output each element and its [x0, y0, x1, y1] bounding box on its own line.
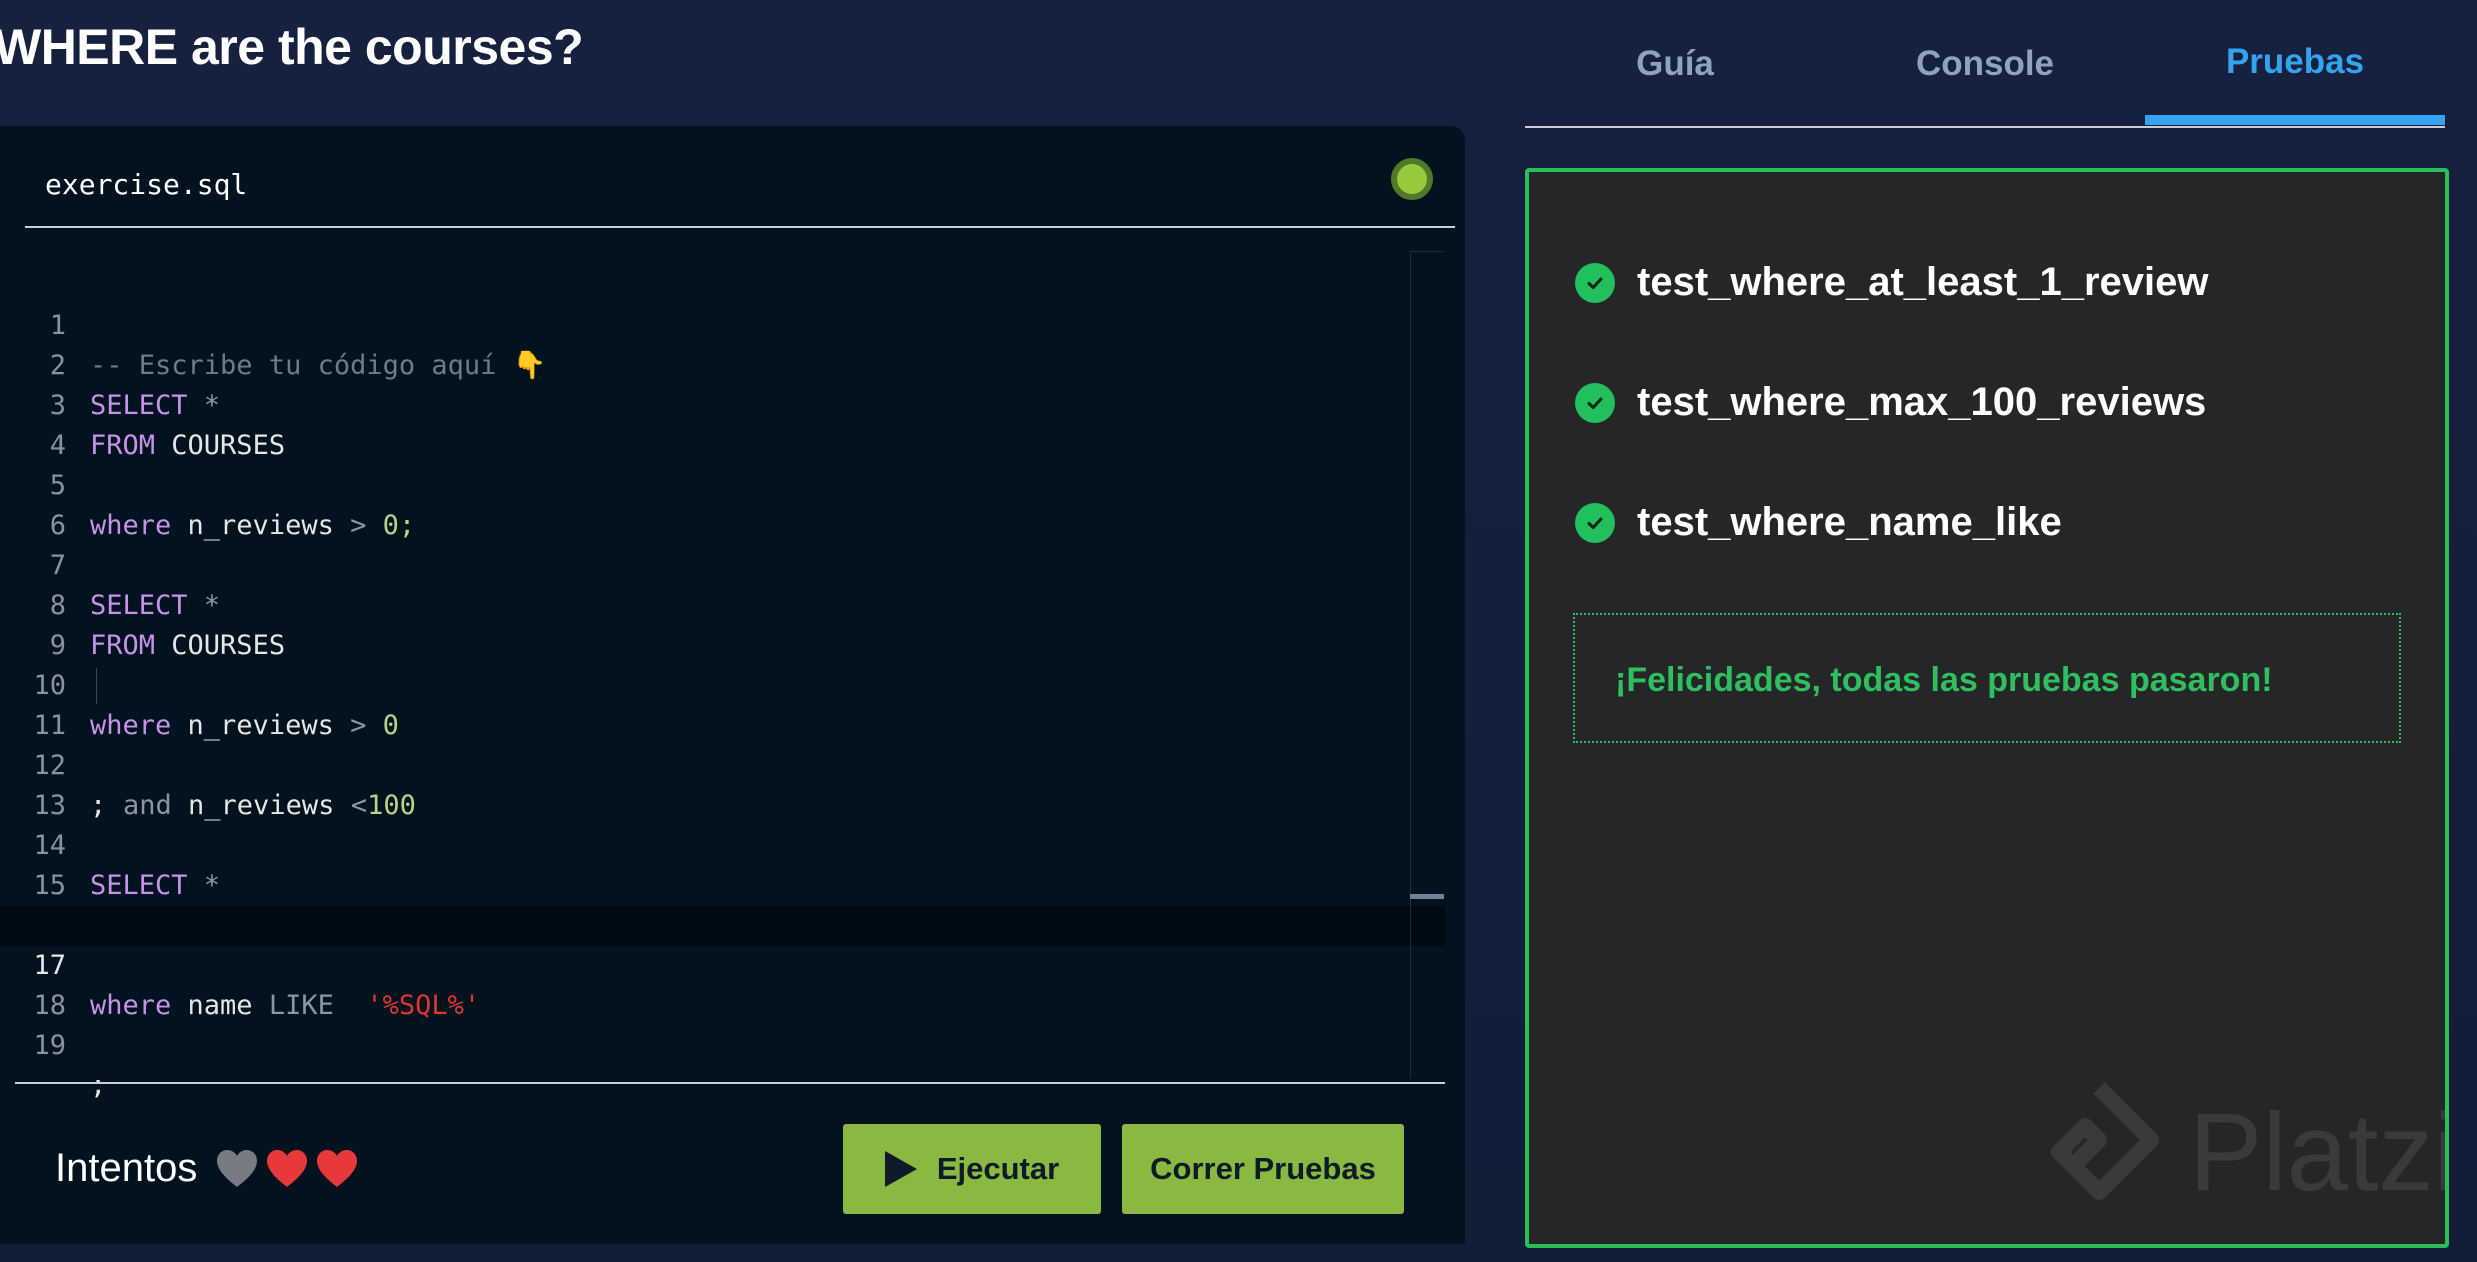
attempts-indicator: Intentos [55, 1146, 359, 1191]
code-line: 4 [0, 386, 1445, 461]
success-message-box: ¡Felicidades, todas las pruebas pasaron! [1573, 613, 2401, 743]
indent-guide [96, 668, 97, 704]
platzi-logo-icon [2051, 1082, 2159, 1200]
code-line: 7 SELECT * [0, 506, 1445, 621]
file-name: exercise.sql [45, 168, 248, 201]
page-title: WHERE are the courses? [0, 19, 584, 75]
code-line: 12 ; [0, 706, 1445, 821]
run-tests-button[interactable]: Correr Pruebas [1122, 1124, 1404, 1214]
code-line: 1 -- Escribe tu código aquí 👇 [0, 266, 1445, 381]
code-line: 3 FROM COURSES [0, 346, 1445, 461]
punctuation: ; [90, 1070, 107, 1101]
check-circle-icon [1575, 262, 1615, 303]
file-header: exercise.sql [25, 126, 1455, 228]
active-tab-indicator [2145, 115, 2445, 125]
watermark-text: Platzi [2189, 1090, 2449, 1214]
check-circle-icon [1575, 382, 1615, 423]
code-line: 16 [0, 866, 1445, 941]
code-line: 2 SELECT * [0, 306, 1445, 421]
code-area[interactable]: 1 -- Escribe tu código aquí 👇 2 SELECT *… [0, 256, 1445, 1211]
test-name: test_where_max_100_reviews [1637, 380, 2207, 424]
code-line: 9 [0, 586, 1445, 661]
tab-bar: Guía Console Pruebas [1525, 0, 2445, 128]
line-number: 19 [33, 1030, 66, 1061]
hearts [215, 1149, 359, 1189]
status-indicator-icon [1391, 158, 1433, 200]
tab-console[interactable]: Console [1835, 44, 2135, 84]
scrollbar-thumb[interactable] [1410, 894, 1444, 899]
success-message: ¡Felicidades, todas las pruebas pasaron! [1615, 661, 2273, 699]
tests-panel: test_where_at_least_1_review test_where_… [1525, 168, 2449, 1248]
code-line: 19 ; [0, 986, 1445, 1101]
grey-heart-icon [217, 1149, 258, 1187]
test-item: test_where_at_least_1_review [1575, 260, 2208, 305]
tab-guide[interactable]: Guía [1525, 44, 1825, 84]
red-heart-icon [317, 1149, 358, 1187]
test-item: test_where_max_100_reviews [1575, 380, 2206, 425]
run-tests-button-label: Correr Pruebas [1150, 1151, 1376, 1186]
code-line: 8 FROM COURSES [0, 546, 1445, 661]
run-button-label: Ejecutar [936, 1151, 1060, 1186]
code-line: 13 [0, 746, 1445, 821]
code-line: 15 FROM COURSES [0, 826, 1445, 941]
code-line: 18 [0, 946, 1445, 1021]
test-name: test_where_at_least_1_review [1637, 260, 2209, 304]
attempts-label: Intentos [55, 1146, 198, 1190]
code-line: 10 where n_reviews > 0 [0, 626, 1445, 741]
tab-tests[interactable]: Pruebas [2145, 42, 2445, 82]
minimap-scrollbar[interactable] [1410, 251, 1444, 1078]
code-line: 11 and n_reviews <100 [0, 666, 1445, 821]
code-line: 14 SELECT * [0, 786, 1445, 901]
code-line: 6 [0, 466, 1445, 541]
run-button[interactable]: Ejecutar [843, 1124, 1101, 1214]
platzi-watermark: Platzi [2039, 1082, 2449, 1222]
code-editor-panel: exercise.sql 1 -- Escribe tu código aquí… [0, 126, 1465, 1244]
page: WHERE are the courses? exercise.sql 1 --… [0, 0, 2477, 1262]
red-heart-icon [267, 1149, 308, 1187]
check-circle-icon [1575, 502, 1615, 543]
code-line: 5 where n_reviews > 0; [0, 426, 1445, 541]
test-name: test_where_name_like [1637, 500, 2062, 544]
play-icon [884, 1151, 917, 1187]
test-item: test_where_name_like [1575, 500, 2062, 545]
code-line-active: 17 where name LIKE '%SQL%' [0, 906, 1445, 1021]
footer-divider [15, 1082, 1445, 1084]
